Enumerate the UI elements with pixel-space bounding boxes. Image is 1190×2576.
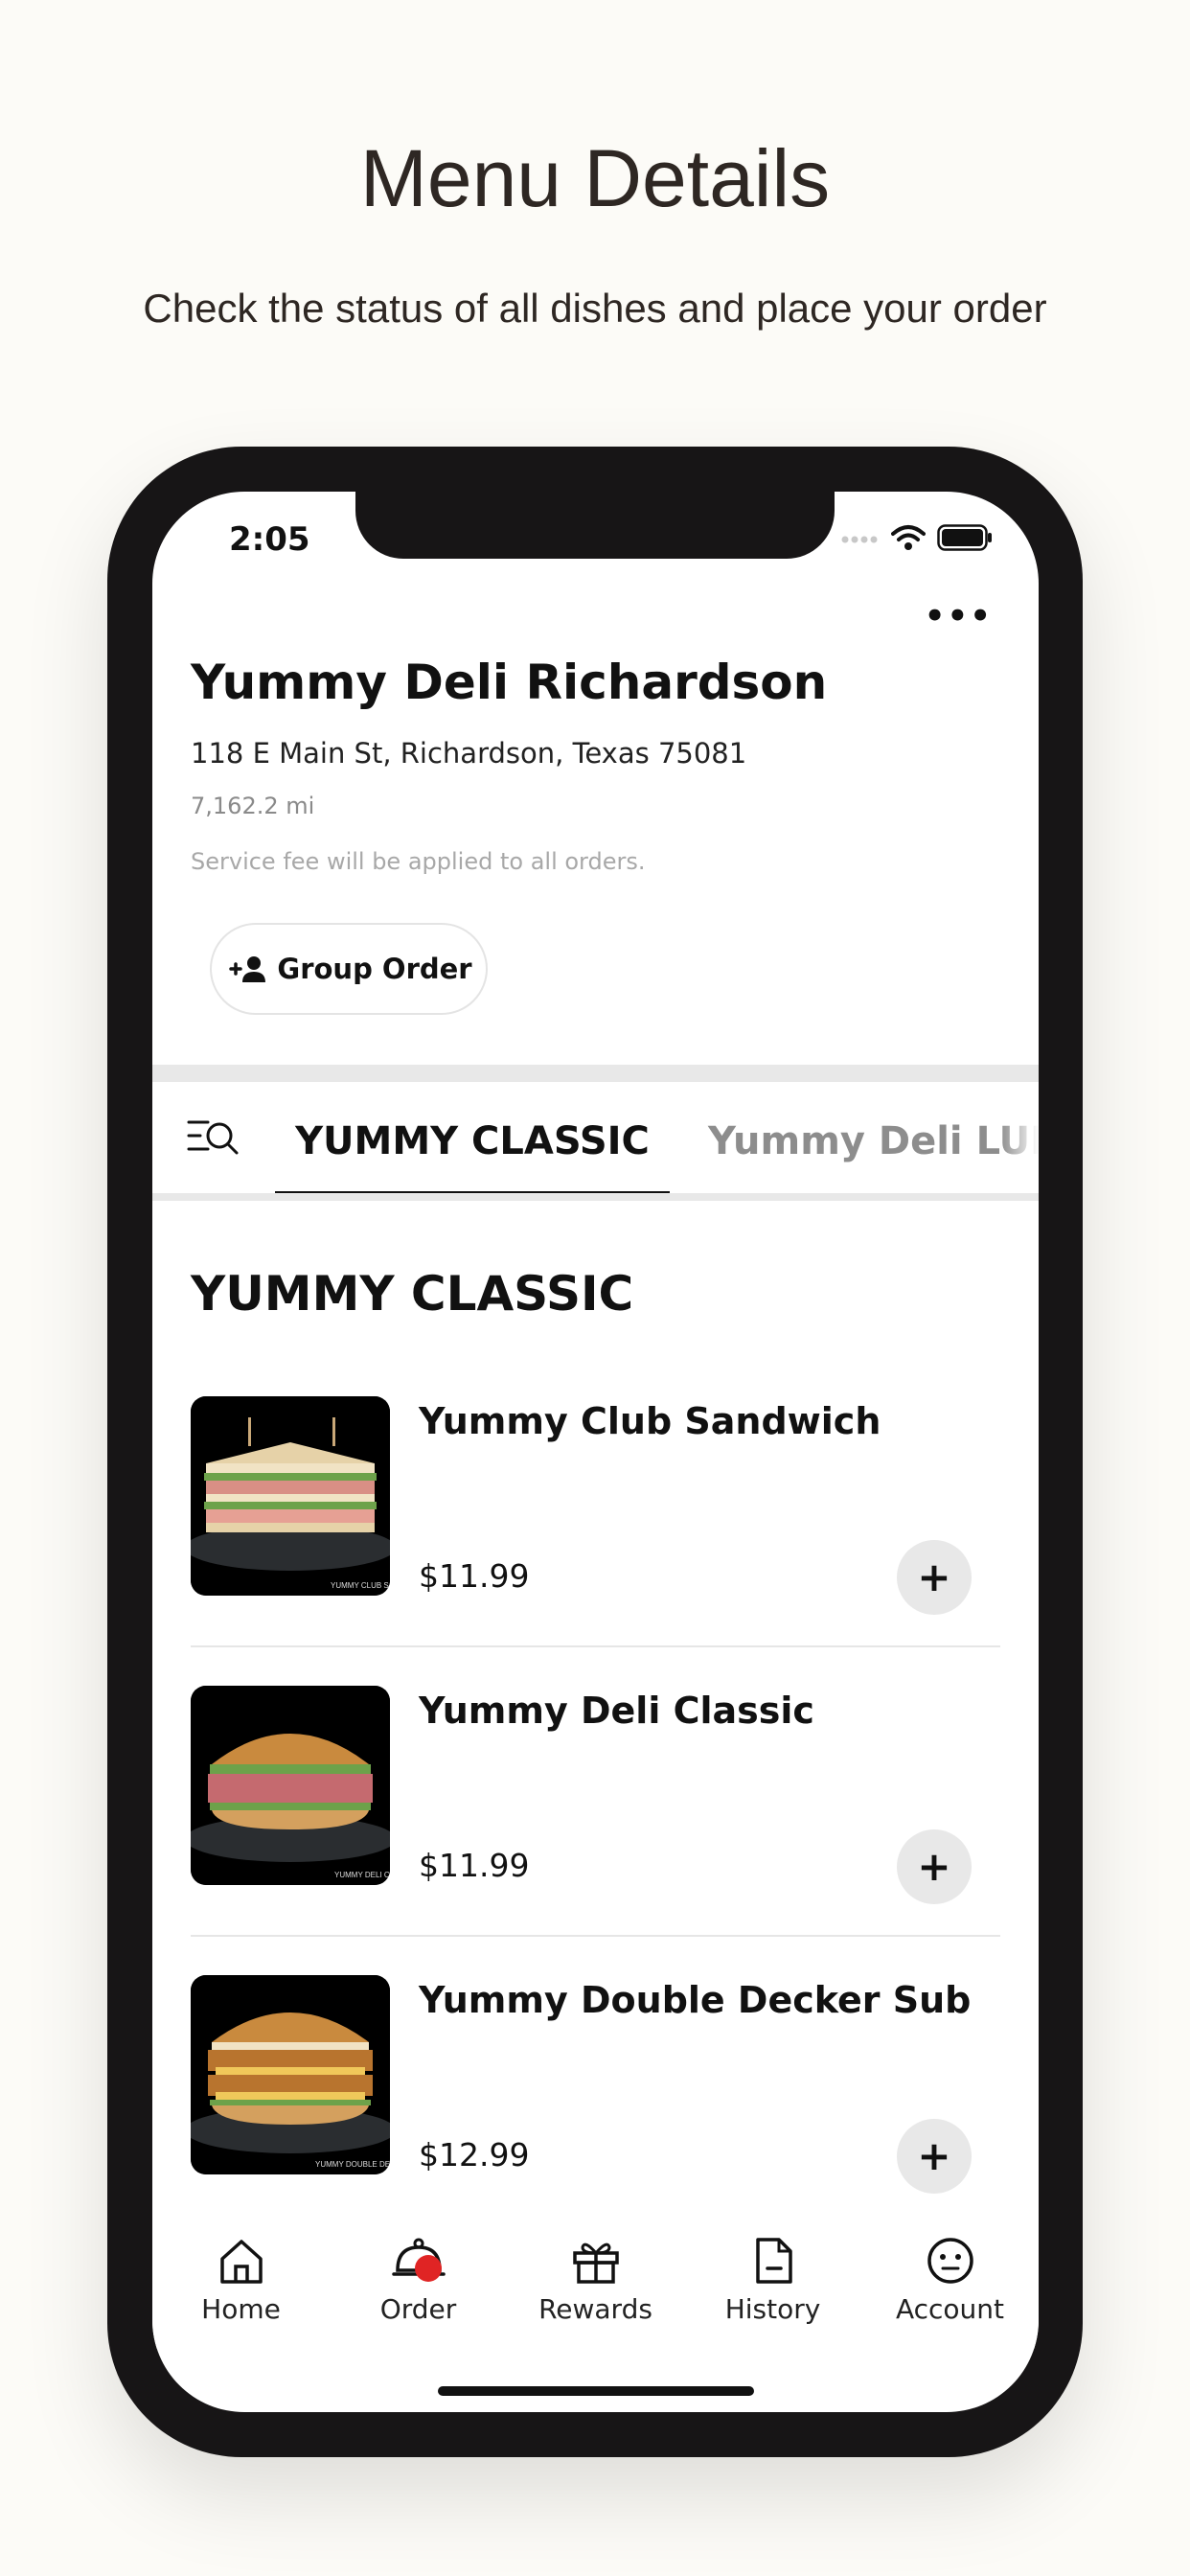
- gift-icon: [572, 2242, 619, 2284]
- notch: [355, 492, 835, 559]
- item-separator: [191, 1935, 1000, 1937]
- tab-yummy-classic[interactable]: YUMMY CLASSIC: [275, 1082, 670, 1201]
- nav-home[interactable]: Home: [152, 2234, 330, 2325]
- item-price: $11.99: [419, 1847, 530, 1884]
- store-address: 118 E Main St, Richardson, Texas 75081: [191, 737, 747, 770]
- status-icons: [841, 524, 993, 551]
- item-image-caption: YUMMY DELI CL: [334, 1871, 390, 1879]
- tabs-bottom-border: [152, 1193, 1039, 1201]
- search-menu-icon: [187, 1120, 239, 1155]
- item-image: YUMMY DOUBLE DECK: [191, 1975, 390, 2174]
- add-person-icon: [229, 956, 266, 982]
- signal-icon: [841, 536, 878, 543]
- nav-history[interactable]: History: [684, 2234, 861, 2325]
- nav-account-label: Account: [895, 2293, 1005, 2325]
- section-divider: [152, 1065, 1039, 1082]
- hero-subtitle: Check the status of all dishes and place…: [143, 286, 1047, 331]
- item-image-caption: YUMMY DOUBLE DECK: [315, 2160, 390, 2169]
- menu-item[interactable]: YUMMY DOUBLE DECK Yummy Double Decker Su…: [191, 1975, 1000, 2265]
- store-distance: 7,162.2 mi: [191, 793, 315, 819]
- item-image: YUMMY DELI CL: [191, 1686, 390, 1885]
- menu-search-button[interactable]: [187, 1116, 240, 1164]
- nav-order[interactable]: Order: [330, 2234, 507, 2325]
- wifi-icon: [891, 525, 926, 550]
- item-name: Yummy Deli Classic: [419, 1690, 814, 1732]
- add-item-button[interactable]: +: [897, 1829, 972, 1904]
- store-name: Yummy Deli Richardson: [191, 655, 828, 710]
- battery-icon: [937, 524, 992, 551]
- item-price: $12.99: [419, 2136, 530, 2174]
- add-item-button[interactable]: +: [897, 2119, 972, 2194]
- nav-history-label: History: [724, 2293, 821, 2325]
- service-fee-note: Service fee will be applied to all order…: [191, 848, 646, 875]
- item-name: Yummy Double Decker Sub: [419, 1979, 972, 2021]
- tab-yummy-deli-lunch[interactable]: Yummy Deli LUNCH: [708, 1082, 1039, 1201]
- section-title: YUMMY CLASSIC: [191, 1266, 634, 1322]
- item-price: $11.99: [419, 1557, 530, 1595]
- category-tabs: YUMMY CLASSIC Yummy Deli LUNCH: [152, 1082, 1039, 1201]
- item-image-caption: YUMMY CLUB SAN: [331, 1581, 390, 1590]
- add-item-button[interactable]: +: [897, 1540, 972, 1615]
- nav-account[interactable]: Account: [861, 2234, 1039, 2325]
- phone-screen: 2:05 ••• Yummy Deli Richardson 118 E Mai…: [152, 492, 1039, 2412]
- more-options-button[interactable]: •••: [925, 597, 993, 635]
- nav-order-label: Order: [379, 2293, 457, 2325]
- cloche-icon: [391, 2238, 446, 2282]
- nav-home-label: Home: [201, 2293, 281, 2325]
- home-icon: [219, 2240, 263, 2284]
- tab-fade: [1000, 1082, 1039, 1201]
- phone-frame: 2:05 ••• Yummy Deli Richardson 118 E Mai…: [107, 447, 1083, 2457]
- item-separator: [191, 1645, 1000, 1647]
- menu-item[interactable]: YUMMY DELI CL Yummy Deli Classic $11.99 …: [191, 1686, 1000, 1975]
- bottom-nav: Home Order Rewards History Account: [152, 2234, 1039, 2349]
- account-icon: [927, 2238, 973, 2284]
- nav-rewards-label: Rewards: [538, 2293, 652, 2325]
- item-image: YUMMY CLUB SAN: [191, 1396, 390, 1596]
- status-time: 2:05: [229, 520, 310, 559]
- item-name: Yummy Club Sandwich: [419, 1400, 881, 1442]
- home-indicator: [438, 2386, 754, 2396]
- group-order-label: Group Order: [277, 953, 472, 985]
- nav-rewards[interactable]: Rewards: [507, 2234, 684, 2325]
- group-order-button[interactable]: Group Order: [210, 923, 488, 1015]
- menu-item[interactable]: YUMMY CLUB SAN Yummy Club Sandwich $11.9…: [191, 1396, 1000, 1686]
- document-icon: [755, 2238, 792, 2284]
- hero-title: Menu Details: [359, 133, 831, 223]
